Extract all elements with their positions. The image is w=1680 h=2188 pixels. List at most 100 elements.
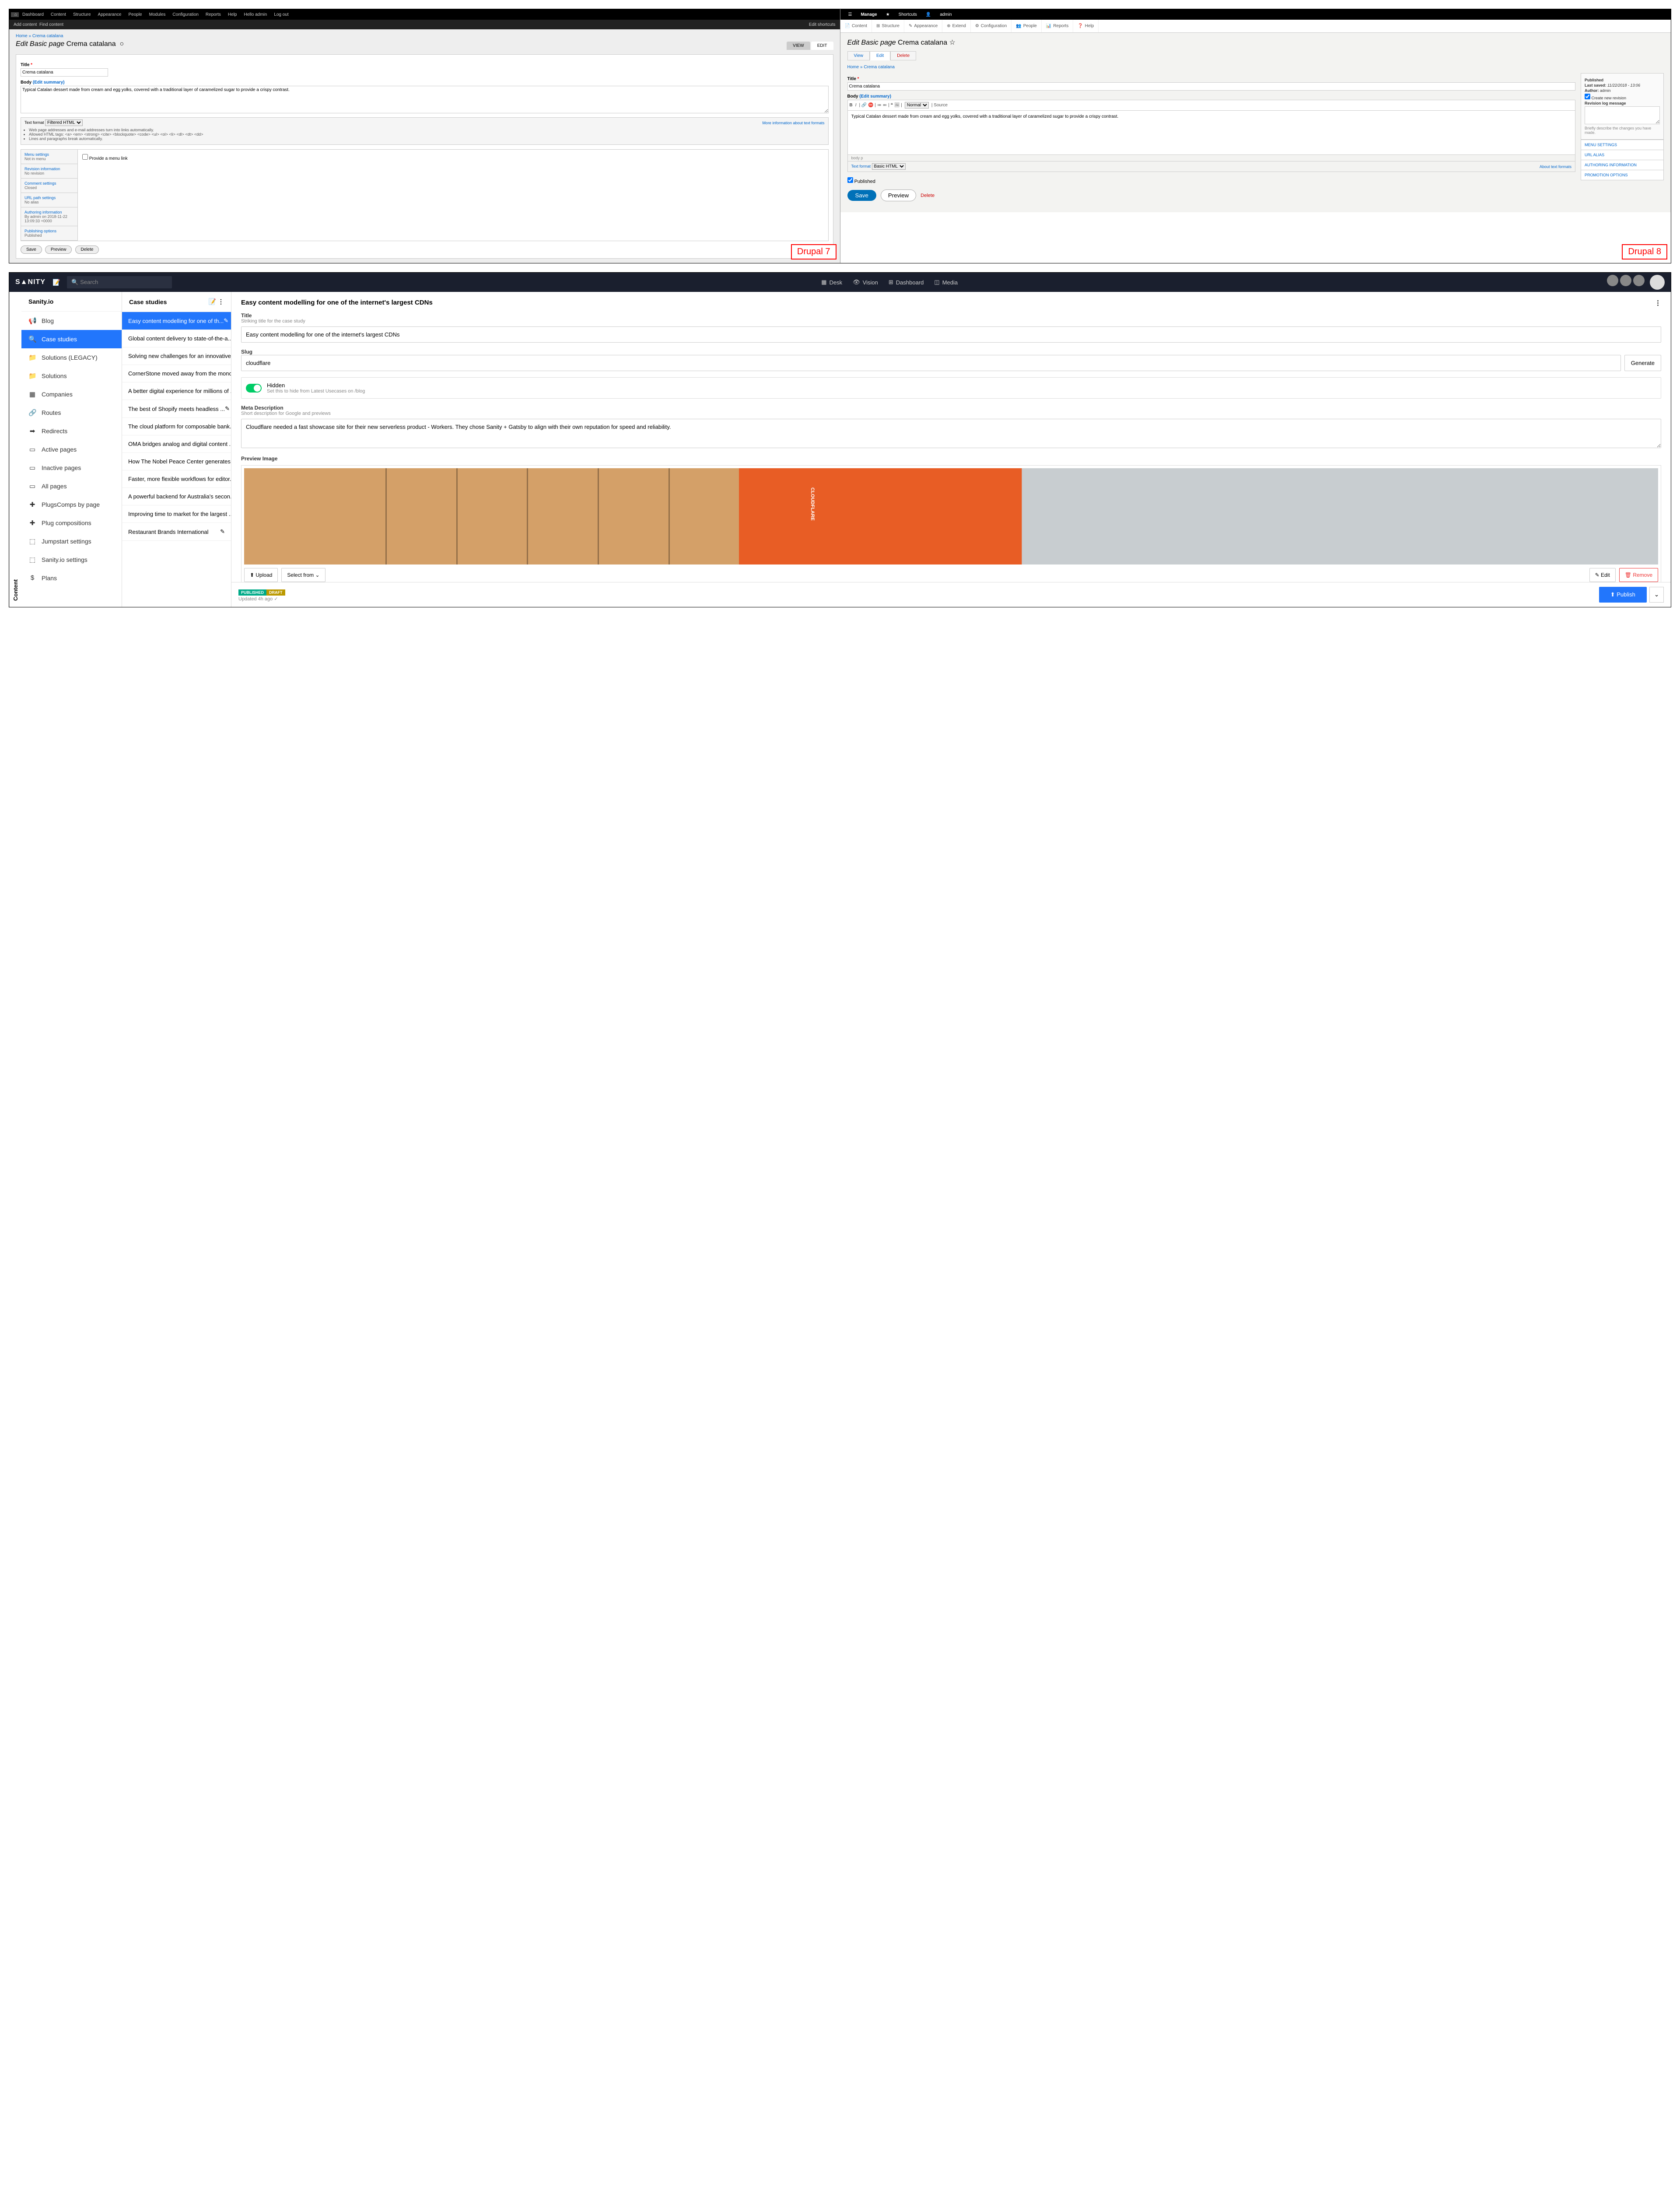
tab-reports[interactable]: 📊 Reports	[1042, 20, 1073, 32]
star-icon[interactable]: ★	[882, 12, 894, 17]
details-promotion[interactable]: PROMOTION OPTIONS	[1581, 170, 1664, 180]
content-rail[interactable]: Content	[9, 292, 21, 607]
sidebar-item[interactable]: ⬚Jumpstart settings	[21, 532, 122, 551]
details-menu[interactable]: MENU SETTINGS	[1581, 140, 1664, 150]
nav-desk[interactable]: ▦ Desk	[821, 279, 842, 286]
compose-icon[interactable]: 📝	[52, 279, 60, 286]
title-input[interactable]	[21, 68, 108, 77]
body-textarea[interactable]: Typical Catalan dessert made from cream …	[21, 86, 829, 113]
delete-button[interactable]: Delete	[75, 245, 99, 254]
sidebar-item[interactable]: ⬚Sanity.io settings	[21, 551, 122, 569]
tab-delete[interactable]: Delete	[890, 51, 916, 60]
document-list-item[interactable]: Global content delivery to state-of-the-…	[122, 330, 231, 347]
details-authoring[interactable]: AUTHORING INFORMATION	[1581, 160, 1664, 170]
details-url[interactable]: URL ALIAS	[1581, 150, 1664, 160]
vtab-revision[interactable]: Revision informationNo revision	[21, 164, 77, 179]
nav-help[interactable]: Help	[224, 12, 241, 17]
publish-options[interactable]: ⌄	[1649, 587, 1664, 603]
sidebar-item[interactable]: 🔍Case studies	[21, 330, 122, 348]
sidebar-item[interactable]: ▭Inactive pages	[21, 459, 122, 477]
about-formats-link[interactable]: About text formats	[1540, 165, 1572, 169]
editor-toolbar[interactable]: B I | 🔗 ⛔ | ≔ ≕ | ❝ 🖼 | Normal | Source	[848, 100, 1575, 111]
upload-button[interactable]: ⬆ Upload	[244, 568, 278, 582]
text-format-select[interactable]: Filtered HTML	[45, 119, 83, 126]
tab-appearance[interactable]: ✎ Appearance	[904, 20, 942, 32]
sidebar-item[interactable]: 🔗Routes	[21, 403, 122, 422]
document-list-item[interactable]: Improving time to market for the largest…	[122, 505, 231, 523]
tab-help[interactable]: ❓ Help	[1073, 20, 1099, 32]
text-format-select[interactable]: Basic HTML	[872, 163, 906, 170]
meta-textarea[interactable]: Cloudflare needed a fast showcase site f…	[241, 419, 1661, 448]
document-list-item[interactable]: A better digital experience for millions…	[122, 382, 231, 400]
vtab-menu[interactable]: Menu settingsNot in menu	[21, 150, 77, 164]
nav-dashboard[interactable]: ⊞ Dashboard	[889, 279, 924, 286]
nav-structure[interactable]: Structure	[70, 12, 94, 17]
menu-icon[interactable]: ☰	[844, 12, 857, 17]
generate-button[interactable]: Generate	[1624, 355, 1661, 371]
shortcuts[interactable]: Shortcuts	[894, 12, 921, 17]
tab-structure[interactable]: ⊞ Structure	[872, 20, 904, 32]
preview-button[interactable]: Preview	[881, 189, 916, 201]
document-list-item[interactable]: Faster, more flexible workflows for edit…	[122, 470, 231, 488]
tab-people[interactable]: 👥 People	[1012, 20, 1042, 32]
home-icon[interactable]: ⌂	[11, 12, 19, 17]
sidebar-item[interactable]: ▭All pages	[21, 477, 122, 495]
preview-button[interactable]: Preview	[45, 245, 72, 254]
new-revision-checkbox[interactable]: Create new revision	[1585, 96, 1626, 100]
hidden-toggle[interactable]	[246, 384, 262, 393]
menu-link-checkbox[interactable]: Provide a menu link	[82, 156, 128, 161]
title-input[interactable]	[241, 326, 1661, 343]
document-list-item[interactable]: Solving new challenges for an innovative…	[122, 347, 231, 365]
edit-summary-link[interactable]: (Edit summary)	[33, 80, 65, 85]
edit-shortcuts[interactable]: Edit shortcuts	[809, 22, 836, 27]
document-list-item[interactable]: CornerStone moved away from the mono...	[122, 365, 231, 382]
sidebar-item[interactable]: ➡Redirects	[21, 422, 122, 440]
search-input[interactable]: 🔍 Search	[67, 276, 172, 288]
manage[interactable]: Manage	[856, 12, 881, 17]
nav-configuration[interactable]: Configuration	[169, 12, 202, 17]
remove-image-button[interactable]: 🗑 Remove	[1619, 568, 1658, 582]
find-content[interactable]: Find content	[39, 22, 63, 27]
sidebar-item[interactable]: 📁Solutions (LEGACY)	[21, 348, 122, 367]
document-list-item[interactable]: Easy content modelling for one of th...✎	[122, 312, 231, 330]
add-content[interactable]: Add content	[14, 22, 37, 27]
sidebar-item[interactable]: $Plans	[21, 569, 122, 587]
vtab-authoring[interactable]: Authoring informationBy admin on 2018-11…	[21, 207, 77, 226]
delete-link[interactable]: Delete	[920, 193, 934, 198]
document-list-item[interactable]: The best of Shopify meets headless ...✎	[122, 400, 231, 418]
tab-configuration[interactable]: ⚙ Configuration	[971, 20, 1012, 32]
document-list-item[interactable]: A powerful backend for Australia's secon…	[122, 488, 231, 505]
tab-edit[interactable]: EDIT	[811, 42, 833, 50]
save-button[interactable]: Save	[21, 245, 42, 254]
nav-vision[interactable]: 👁 Vision	[853, 279, 878, 286]
slug-input[interactable]	[241, 355, 1621, 371]
sidebar-item[interactable]: ✚PlugsComps by page	[21, 495, 122, 514]
tab-edit[interactable]: Edit	[870, 51, 890, 60]
d8-toolbar[interactable]: ☰ Manage ★ Shortcuts 👤 admin	[840, 9, 1671, 20]
revision-log-input[interactable]	[1585, 106, 1660, 124]
sidebar-item[interactable]: ▭Active pages	[21, 440, 122, 459]
document-list-item[interactable]: How The Nobel Peace Center generates ...	[122, 453, 231, 470]
logout[interactable]: Log out	[270, 12, 292, 17]
tab-extend[interactable]: ⊕ Extend	[942, 20, 971, 32]
edit-summary-link[interactable]: (Edit summary)	[859, 94, 891, 99]
select-button[interactable]: Select from ⌄	[281, 568, 325, 582]
tab-view[interactable]: View	[847, 51, 870, 60]
document-list-item[interactable]: Restaurant Brands International✎	[122, 523, 231, 541]
publish-button[interactable]: ⬆ Publish	[1599, 587, 1647, 603]
nav-reports[interactable]: Reports	[202, 12, 224, 17]
save-button[interactable]: Save	[847, 190, 876, 201]
nav-media[interactable]: ◫ Media	[934, 279, 958, 286]
vtab-url[interactable]: URL path settingsNo alias	[21, 193, 77, 207]
nav-modules[interactable]: Modules	[146, 12, 169, 17]
vtab-publishing[interactable]: Publishing optionsPublished	[21, 226, 77, 241]
tab-view[interactable]: VIEW	[787, 42, 810, 50]
edit-image-button[interactable]: ✎ Edit	[1589, 568, 1616, 582]
editor-body[interactable]: Typical Catalan dessert made from cream …	[848, 111, 1575, 154]
nav-dashboard[interactable]: Dashboard	[19, 12, 47, 17]
admin-user[interactable]: admin	[935, 12, 956, 17]
published-checkbox[interactable]: Published	[847, 179, 875, 184]
vtab-comment[interactable]: Comment settingsClosed	[21, 179, 77, 193]
presence-avatars[interactable]	[1607, 275, 1665, 290]
document-list-item[interactable]: The cloud platform for composable bank..…	[122, 418, 231, 435]
